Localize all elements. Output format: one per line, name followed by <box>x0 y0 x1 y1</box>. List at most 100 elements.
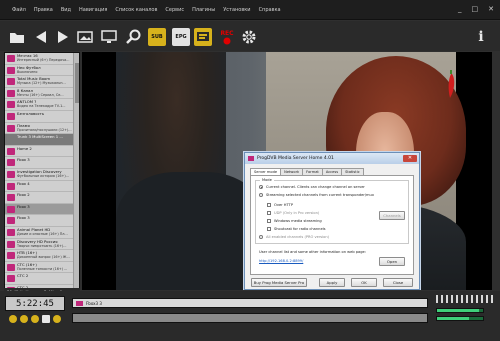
menu-item[interactable]: Правка <box>34 5 53 15</box>
menu-item[interactable]: Вид <box>61 5 71 15</box>
mode-radio-option[interactable]: Current channel. Clients can change chan… <box>259 185 365 189</box>
checkbox[interactable] <box>267 211 271 215</box>
channel-list-scrollbar[interactable] <box>73 53 79 289</box>
scrollbar-thumb[interactable] <box>75 63 79 103</box>
channel-row[interactable]: Investigation Discovery Футбольные истори… <box>5 169 79 181</box>
radio-button[interactable] <box>259 185 263 189</box>
next-icon[interactable] <box>53 315 61 323</box>
ok-button[interactable]: OK <box>351 278 377 287</box>
epg-button[interactable]: EPG <box>172 28 190 46</box>
option-label: Current channel. Clients can change chan… <box>266 185 365 189</box>
tv-channel-icon <box>7 112 15 120</box>
channel-row[interactable]: Безголовость <box>5 111 79 123</box>
minimize-button[interactable]: _ <box>458 4 462 14</box>
channel-row[interactable]: Animal Planet HD Дикие и опасные (16+) Пл… <box>5 227 79 239</box>
menu-item[interactable]: Плагины <box>192 5 215 15</box>
channel-list[interactable]: Мечтах 16 Интересный (6+) Передача... Нео … <box>4 52 80 297</box>
search-icon[interactable] <box>124 28 142 46</box>
play-icon[interactable] <box>54 28 72 46</box>
tv-channel-icon <box>7 275 15 283</box>
tv-channel-icon <box>7 170 15 178</box>
radio-button[interactable] <box>259 235 263 239</box>
menu-items: Файл Правка Вид Навигация Список каналов Серв… <box>12 5 281 15</box>
radio-button[interactable] <box>259 193 263 197</box>
record-label: REC <box>220 29 234 37</box>
dialog-close-button[interactable]: ✕ <box>403 155 417 162</box>
channel-program: Мечты (16+) Сериал, Се... <box>17 92 64 97</box>
menu-item[interactable]: Установки <box>223 5 250 15</box>
screenshot-icon[interactable] <box>76 28 94 46</box>
channel-row[interactable]: Discovery HD Россия Творчи нимрстьють (16… <box>5 239 79 251</box>
channel-row[interactable]: Fbox 4 <box>5 181 79 193</box>
close-window-button[interactable]: ✕ <box>488 4 494 14</box>
teletext-icon[interactable] <box>194 28 212 46</box>
channel-row[interactable]: Нео Футбол Выключено <box>5 65 79 77</box>
subtitles-button[interactable]: SUB <box>148 28 166 46</box>
volume-slider[interactable] <box>436 308 484 313</box>
mode-radio-option[interactable]: All enabled channels (PRO version) <box>259 235 329 239</box>
channel-row[interactable]: Trunk 3 MultiScreen 1 ... <box>5 134 79 146</box>
checkbox[interactable] <box>267 227 271 231</box>
equalizer-icon[interactable] <box>436 295 493 303</box>
stop-icon[interactable] <box>42 315 50 323</box>
tv-channel-icon <box>7 252 15 260</box>
prev-icon[interactable] <box>20 315 28 323</box>
window-controls: _ □ ✕ <box>458 4 494 14</box>
channel-row[interactable]: НТВ (16+) Дикоенный вопрос (16+) Ж... <box>5 250 79 262</box>
mode-checkbox-option[interactable]: Windows media streaming <box>267 219 322 223</box>
mode-radio-option[interactable]: Streaming selected channels from current… <box>259 193 374 197</box>
back-icon[interactable] <box>32 28 50 46</box>
folder-icon[interactable] <box>8 28 26 46</box>
tv-channel-icon <box>7 147 15 155</box>
menu-item[interactable]: Файл <box>12 5 26 15</box>
now-playing-bar[interactable]: Fbox3 3 <box>72 298 428 308</box>
apply-button[interactable]: Apply <box>319 278 345 287</box>
menu-item[interactable]: Навигация <box>79 5 107 15</box>
web-page-link[interactable]: http://192.168.0.2:8899/ <box>259 259 303 263</box>
settings-gear-icon[interactable] <box>240 28 258 46</box>
balance-slider[interactable] <box>436 316 484 321</box>
channel-row[interactable]: Fbox 3 <box>5 157 79 169</box>
media-server-dialog: ProgDVB Media Server Home 4.01 ✕ Server … <box>244 152 420 290</box>
buy-pro-button[interactable]: Buy Prog Media Server Pro <box>251 278 307 287</box>
open-button[interactable]: Open <box>379 257 405 266</box>
checkbox[interactable] <box>267 219 271 223</box>
maximize-button[interactable]: □ <box>472 4 479 14</box>
channels-button[interactable]: Channels <box>379 211 405 220</box>
channel-row[interactable]: СТС (16+) Полезные тонкости (16+) ... <box>5 262 79 274</box>
menu-item[interactable]: Сервис <box>165 5 184 15</box>
app-icon <box>248 156 254 161</box>
dialog-title-bar[interactable]: ProgDVB Media Server Home 4.01 ✕ <box>245 153 419 164</box>
record-button[interactable]: REC <box>216 28 238 46</box>
channel-items: Мечтах 16 Интересный (6+) Передача... Нео … <box>5 53 79 297</box>
channel-row[interactable]: Пламя Прочитали/послушали (12+)... <box>5 123 79 135</box>
channel-name: Fbox 2 <box>17 192 30 198</box>
channel-row[interactable]: ANTLOM ? Видео на Телекадре TV-1... <box>5 99 79 111</box>
rewind-icon[interactable] <box>9 315 17 323</box>
channel-row[interactable]: Fbox 3 <box>5 203 79 216</box>
video-area[interactable]: ProgDVB Media Server Home 4.01 ✕ Server … <box>82 52 492 290</box>
channel-row[interactable]: Home 2 <box>5 146 79 158</box>
info-icon[interactable]: i <box>472 28 490 46</box>
channel-row[interactable]: Fbox 2 <box>5 192 79 204</box>
close-button[interactable]: Close <box>383 278 413 287</box>
channel-row[interactable]: СТС 2 <box>5 273 79 285</box>
info-label: i <box>478 29 484 45</box>
seek-bar[interactable] <box>72 313 428 323</box>
mode-checkbox-option[interactable]: Shoutcast for radio channels <box>267 227 326 231</box>
channel-row[interactable]: 8 Канал Мечты (16+) Сериал, Се... <box>5 88 79 100</box>
pause-icon[interactable] <box>31 315 39 323</box>
mode-checkbox-option[interactable]: UDP (Only in Pro version) <box>267 211 319 215</box>
mode-checkbox-option[interactable]: Over HTTP <box>267 203 293 207</box>
channel-row[interactable]: Мечтах 16 Интересный (6+) Передача... <box>5 53 79 65</box>
channel-logo-pepper-icon <box>448 70 455 98</box>
mode-legend: Mode <box>260 178 274 182</box>
checkbox[interactable] <box>267 203 271 207</box>
channel-row[interactable]: Fbox 3 <box>5 215 79 227</box>
menu-item[interactable]: Список каналов <box>115 5 157 15</box>
menu-item[interactable]: Справка <box>259 5 281 15</box>
monitor-icon[interactable] <box>100 28 118 46</box>
dialog-title: ProgDVB Media Server Home 4.01 <box>257 156 334 161</box>
channel-row[interactable]: Total Music Boom Музыка (12+) Музыкальн..… <box>5 76 79 88</box>
channel-name: Fbox 3 <box>17 215 30 221</box>
